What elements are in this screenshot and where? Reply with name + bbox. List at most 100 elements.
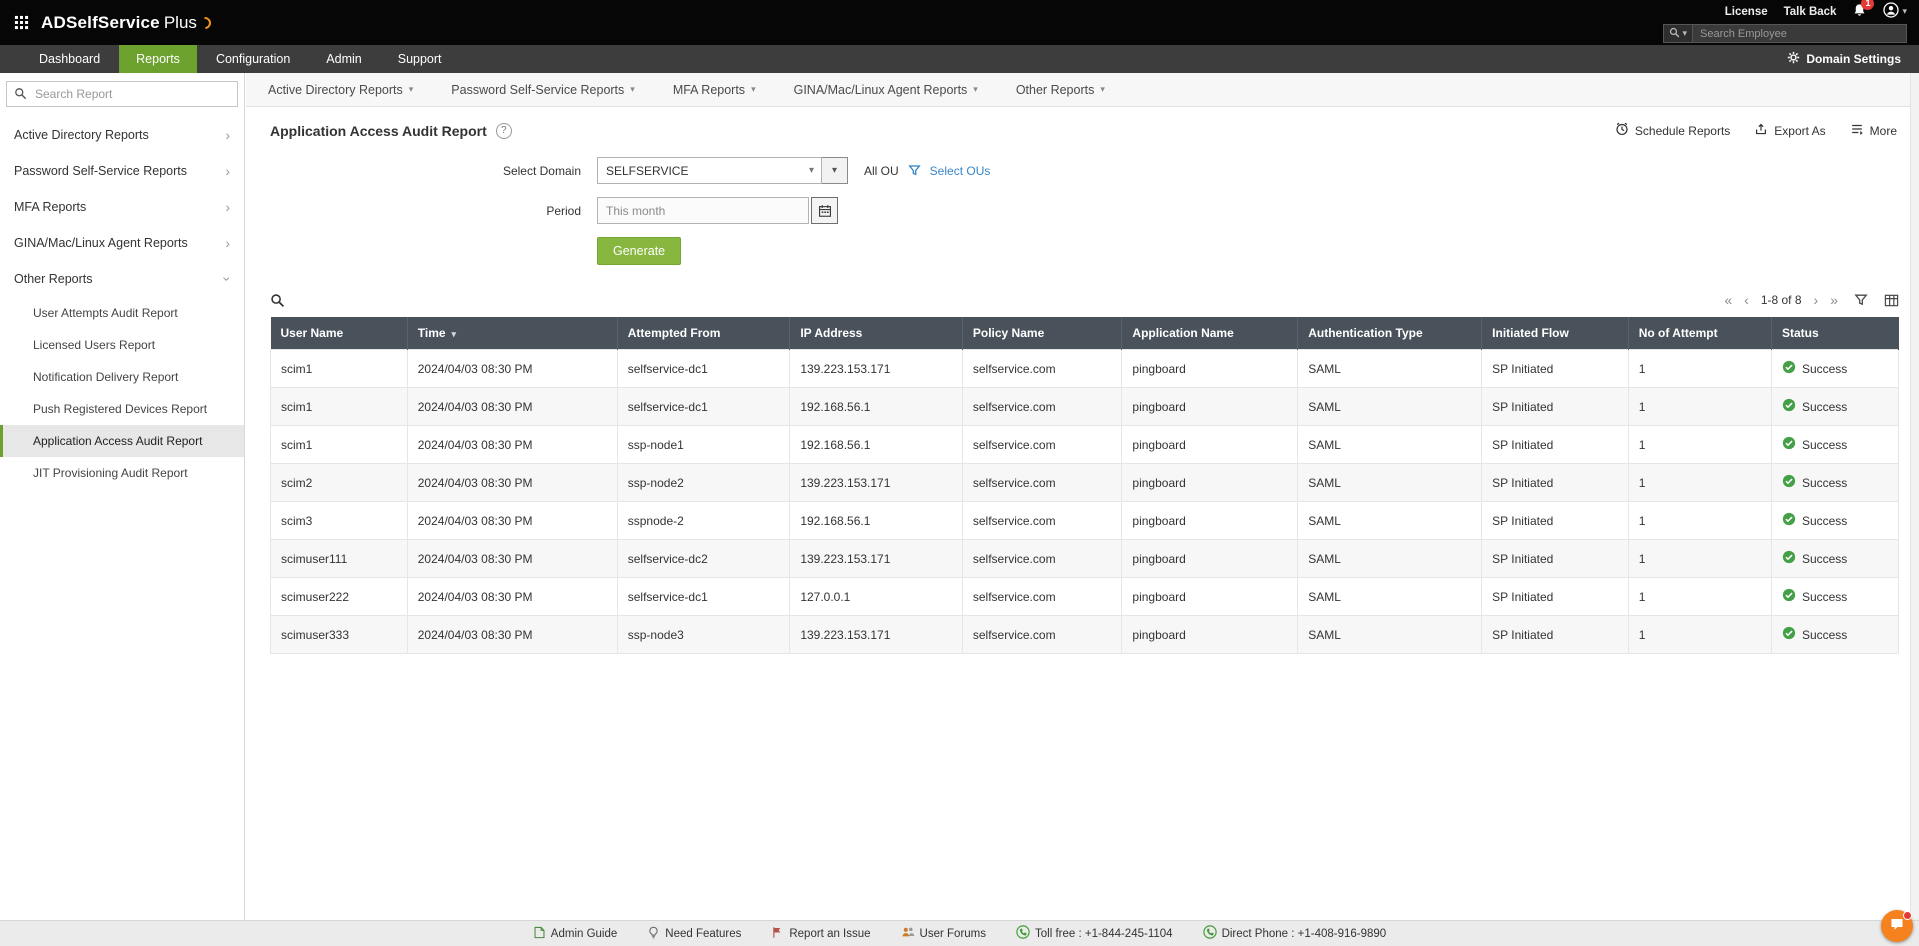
col-application-name[interactable]: Application Name (1121, 317, 1299, 350)
cell-policy-name: selfservice.com (961, 463, 1123, 502)
col-time[interactable]: Time ▾ (407, 317, 618, 350)
employee-search-area: ▾ (1663, 24, 1907, 43)
col-initiated-flow[interactable]: Initiated Flow (1481, 317, 1629, 350)
scrollbar-track[interactable] (1910, 73, 1919, 920)
success-check-icon (1782, 474, 1796, 491)
admin-guide-link[interactable]: Admin Guide (533, 926, 617, 942)
report-search-input[interactable] (6, 81, 238, 107)
support-chat-button[interactable] (1881, 910, 1913, 942)
app-logo[interactable]: ADSelfService Plus (41, 13, 214, 33)
export-as-button[interactable]: Export As (1754, 122, 1826, 139)
ou-selection-area: All OU Select OUs (864, 164, 990, 178)
employee-search-input[interactable] (1692, 24, 1907, 43)
period-input[interactable] (597, 197, 809, 224)
sidebar-item-notification-delivery-report[interactable]: Notification Delivery Report (0, 361, 244, 393)
cell-user-name: scim1 (270, 387, 408, 426)
chevron-down-icon: ▾ (1100, 84, 1105, 94)
cell-status: Success (1770, 463, 1900, 502)
table-row[interactable]: scimuser222 2024/04/03 08:30 PM selfserv… (270, 577, 1900, 616)
table-row[interactable]: scim1 2024/04/03 08:30 PM selfservice-dc… (270, 349, 1900, 388)
sidebar-item-user-attempts-audit-report[interactable]: User Attempts Audit Report (0, 297, 244, 329)
generate-button[interactable]: Generate (597, 237, 682, 265)
col-authentication-type[interactable]: Authentication Type (1297, 317, 1483, 350)
tab-reports[interactable]: Reports (119, 45, 197, 73)
col-no-of-attempt[interactable]: No of Attempt (1628, 317, 1772, 350)
table-row[interactable]: scim2 2024/04/03 08:30 PM ssp-node2 139.… (270, 463, 1900, 502)
user-forums-link[interactable]: User Forums (901, 925, 986, 942)
tab-admin[interactable]: Admin (309, 45, 378, 73)
need-features-link[interactable]: Need Features (647, 926, 741, 942)
sidebar-group-label: Password Self-Service Reports (14, 164, 187, 178)
report-category-nav: Active Directory Reports ▾ Password Self… (246, 73, 1919, 107)
footer: Admin Guide Need Features Report an Issu… (0, 920, 1919, 946)
tab-dashboard[interactable]: Dashboard (22, 45, 117, 73)
cell-policy-name: selfservice.com (961, 387, 1123, 426)
domain-select[interactable]: SELFSERVICE ▾ (597, 157, 822, 184)
status-label: Success (1801, 361, 1848, 376)
table-row[interactable]: scimuser333 2024/04/03 08:30 PM ssp-node… (270, 615, 1900, 654)
table-search-icon[interactable] (270, 293, 285, 308)
table-row[interactable]: scim1 2024/04/03 08:30 PM selfservice-dc… (270, 387, 1900, 426)
sidebar-item-jit-provisioning-audit-report[interactable]: JIT Provisioning Audit Report (0, 457, 244, 489)
app-launcher-icon[interactable] (14, 15, 29, 30)
sidebar-item-mfa-reports[interactable]: MFA Reports › (0, 189, 244, 225)
pagination-prev-icon[interactable]: ‹ (1744, 293, 1749, 307)
reportnav-gina-mac-linux-agent-reports[interactable]: GINA/Mac/Linux Agent Reports ▾ (794, 83, 978, 97)
sidebar-item-application-access-audit-report[interactable]: Application Access Audit Report (0, 425, 244, 457)
sidebar-item-active-directory-reports[interactable]: Active Directory Reports › (0, 117, 244, 153)
col-user-name[interactable]: User Name (270, 317, 408, 350)
user-menu-button[interactable]: ▾ (1883, 2, 1907, 21)
sort-desc-icon: ▾ (451, 329, 457, 339)
reportnav-other-reports[interactable]: Other Reports ▾ (1016, 83, 1105, 97)
report-issue-link[interactable]: Report an Issue (771, 926, 871, 942)
col-status[interactable]: Status (1771, 317, 1900, 350)
sidebar-item-gina-mac-linux-agent-reports[interactable]: GINA/Mac/Linux Agent Reports › (0, 225, 244, 261)
sidebar-item-licensed-users-report[interactable]: Licensed Users Report (0, 329, 244, 361)
talkback-link[interactable]: Talk Back (1784, 6, 1837, 18)
pagination-first-icon[interactable]: « (1724, 293, 1732, 307)
cell-attempted-from: ssp-node2 (616, 463, 791, 502)
filter-icon[interactable] (1854, 293, 1868, 307)
sidebar-item-push-registered-devices-report[interactable]: Push Registered Devices Report (0, 393, 244, 425)
sidebar-group-label: Active Directory Reports (14, 128, 149, 142)
sidebar-item-other-reports[interactable]: Other Reports › (0, 261, 244, 297)
table-row[interactable]: scimuser111 2024/04/03 08:30 PM selfserv… (270, 539, 1900, 578)
reportnav-password-self-service-reports[interactable]: Password Self-Service Reports ▾ (451, 83, 635, 97)
sidebar-item-password-self-service-reports[interactable]: Password Self-Service Reports › (0, 153, 244, 189)
domain-settings-button[interactable]: Domain Settings (1787, 45, 1919, 73)
employee-search-scope-button[interactable]: ▾ (1663, 24, 1692, 43)
table-row[interactable]: scim3 2024/04/03 08:30 PM sspnode-2 192.… (270, 501, 1900, 540)
chevron-down-icon: ▾ (1902, 6, 1907, 16)
notifications-button[interactable]: 1 (1852, 0, 1875, 21)
domain-dropdown-button[interactable]: ▾ (822, 157, 848, 184)
help-icon[interactable]: ? (495, 122, 512, 139)
cell-policy-name: selfservice.com (961, 349, 1123, 388)
direct-phone-number[interactable]: Direct Phone : +1-408-916-9890 (1202, 925, 1386, 942)
domain-settings-label: Domain Settings (1806, 52, 1901, 66)
reportnav-active-directory-reports[interactable]: Active Directory Reports ▾ (268, 83, 413, 97)
license-link[interactable]: License (1725, 6, 1768, 18)
reportnav-mfa-reports[interactable]: MFA Reports ▾ (673, 83, 756, 97)
more-button[interactable]: More (1850, 122, 1897, 139)
table-row[interactable]: scim1 2024/04/03 08:30 PM ssp-node1 192.… (270, 425, 1900, 464)
toll-free-number[interactable]: Toll free : +1-844-245-1104 (1016, 925, 1173, 942)
pagination-next-icon[interactable]: › (1814, 293, 1819, 307)
cell-status: Success (1770, 425, 1900, 464)
column-chooser-icon[interactable] (1884, 293, 1899, 308)
schedule-reports-button[interactable]: Schedule Reports (1615, 122, 1730, 139)
cell-application-name: pingboard (1121, 463, 1299, 502)
cell-initiated-flow: SP Initiated (1481, 425, 1629, 464)
col-ip-address[interactable]: IP Address (789, 317, 963, 350)
col-attempted-from[interactable]: Attempted From (617, 317, 791, 350)
cell-application-name: pingboard (1121, 577, 1299, 616)
ou-filter-icon[interactable] (908, 164, 921, 177)
pagination-last-icon[interactable]: » (1830, 293, 1838, 307)
select-ous-link[interactable]: Select OUs (930, 164, 991, 178)
cell-authentication-type: SAML (1297, 387, 1483, 426)
col-policy-name[interactable]: Policy Name (962, 317, 1123, 350)
chevron-down-icon: ▾ (973, 84, 978, 94)
tab-configuration[interactable]: Configuration (199, 45, 307, 73)
calendar-button[interactable] (811, 197, 838, 224)
search-icon (1669, 25, 1680, 43)
tab-support[interactable]: Support (381, 45, 459, 73)
